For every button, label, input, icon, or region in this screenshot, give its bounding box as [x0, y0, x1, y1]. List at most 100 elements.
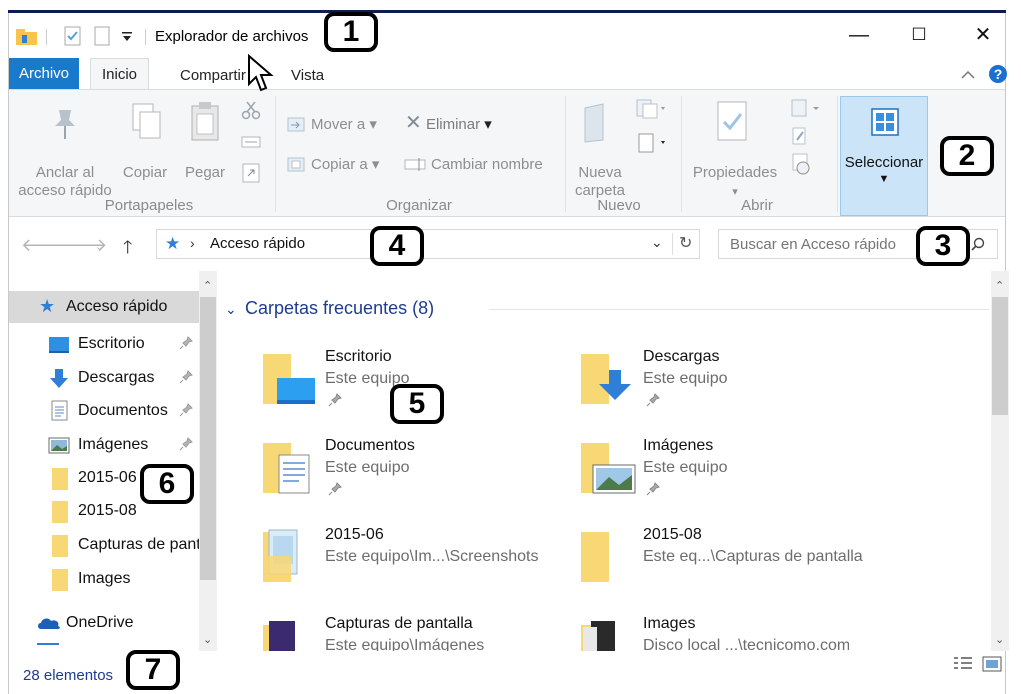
new-item-icon[interactable]: [635, 98, 669, 120]
content-scrollbar[interactable]: ⌃ ⌄: [991, 271, 1009, 651]
collapse-ribbon-icon[interactable]: [961, 70, 975, 80]
copy-path-icon[interactable]: [241, 134, 261, 150]
pin-icon: [328, 393, 342, 411]
folder-icon: [52, 501, 68, 523]
delete-label: Eliminar: [425, 116, 481, 133]
help-icon[interactable]: ?: [988, 64, 1008, 84]
folder-name: Escritorio: [325, 348, 392, 365]
select-button[interactable]: Seleccionar ▼: [840, 96, 928, 216]
folder-location: Este equipo: [643, 370, 728, 387]
scroll-down-icon[interactable]: ⌄: [995, 633, 1004, 646]
folder-app-icon[interactable]: [15, 25, 39, 47]
customize-quick-access-icon[interactable]: [121, 31, 133, 53]
callout-1: 1: [324, 12, 378, 52]
desktop-folder-icon: [263, 354, 315, 404]
recent-locations-dropdown[interactable]: ⌄: [95, 240, 104, 253]
group-header-line: [489, 309, 989, 310]
ribbon-group-separator: [681, 96, 682, 212]
easy-access-icon[interactable]: [635, 132, 669, 154]
folder-tile-2015-08[interactable]: 2015-08 Este eq...\Capturas de pantalla: [539, 524, 863, 604]
close-button[interactable]: ✕: [971, 23, 995, 47]
address-history-chevron-icon[interactable]: ⌄: [651, 234, 663, 251]
tab-compartir[interactable]: Compartir: [170, 63, 256, 89]
folder-tile-documentos[interactable]: Documentos Este equipo: [221, 435, 531, 515]
nav-item-capturas[interactable]: Capturas de pantalla: [9, 529, 199, 561]
folder-tile-capturas[interactable]: Capturas de pantalla Este equipo\Imágene…: [221, 613, 531, 651]
nav-scrollbar[interactable]: ⌃ ⌄: [199, 271, 217, 651]
folder-location: Este equipo: [643, 459, 728, 476]
pin-label-line1: Anclar al: [35, 164, 95, 181]
tab-archivo[interactable]: Archivo: [9, 58, 80, 89]
nav-item-descargas[interactable]: Descargas: [9, 362, 199, 394]
onedrive-icon: [38, 618, 60, 629]
scroll-up-icon[interactable]: ⌃: [203, 279, 212, 292]
nav-item-documentos[interactable]: Documentos: [9, 395, 199, 427]
nav-label: Escritorio: [78, 335, 145, 352]
folder-name: 2015-06: [325, 526, 384, 543]
address-bar[interactable]: ★ › Acceso rápido ⌄ ↻: [156, 229, 700, 259]
open-small-icons[interactable]: [789, 96, 823, 184]
nav-item-imagenes[interactable]: Imágenes: [9, 429, 199, 461]
nav-label: Capturas de pantalla: [78, 536, 199, 553]
nav-item-acceso-rapido[interactable]: ★ Acceso rápido: [9, 291, 199, 323]
folder-tile-imagenes[interactable]: Imágenes Este equipo: [539, 435, 849, 515]
copy-button[interactable]: Copiar: [119, 164, 171, 182]
search-icon[interactable]: [971, 237, 985, 251]
folder-icon: [52, 535, 68, 557]
quick-access-icon: ★: [39, 296, 56, 316]
folder-icon: [52, 569, 68, 591]
scroll-down-icon[interactable]: ⌄: [203, 633, 212, 646]
folder-name: Capturas de pantalla: [325, 615, 473, 632]
nav-label: 2015-08: [78, 502, 137, 519]
folder-location: Este equipo\Imágenes: [325, 637, 485, 651]
copy-to-button[interactable]: Copiar a ▾: [311, 156, 379, 174]
content-scroll-thumb[interactable]: [992, 297, 1008, 415]
nav-label: Images: [78, 570, 131, 587]
large-icons-view-icon[interactable]: [982, 655, 1002, 673]
folder-location: Este equipo: [325, 459, 410, 476]
properties-button[interactable]: Propiedades ▾: [685, 164, 785, 201]
folder-tile-descargas[interactable]: Descargas Este equipo: [539, 346, 849, 426]
paste-button[interactable]: Pegar: [181, 164, 229, 182]
paste-shortcut-icon[interactable]: [241, 162, 261, 184]
folder-tile-escritorio[interactable]: Escritorio Este equipo: [221, 346, 531, 426]
pin-icon: [179, 336, 193, 354]
pin-quick-access-button[interactable]: Anclar al acceso rápido: [13, 164, 117, 200]
cut-icon[interactable]: [241, 100, 261, 120]
scroll-up-icon[interactable]: ⌃: [995, 279, 1004, 292]
refresh-icon[interactable]: ↻: [679, 233, 692, 253]
pictures-icon: [48, 437, 70, 454]
new-folder-button[interactable]: Nueva carpeta: [567, 164, 633, 200]
delete-button[interactable]: ✕ Eliminar ▾: [405, 113, 492, 134]
folder-tile-2015-06[interactable]: 2015-06 Este equipo\Im...\Screenshots: [221, 524, 538, 604]
select-grid-icon: [871, 108, 899, 136]
folder-name: Documentos: [325, 437, 415, 454]
properties-quick-icon[interactable]: [63, 25, 83, 47]
group-collapse-chevron-icon[interactable]: ⌄: [225, 301, 237, 318]
pin-icon: [55, 110, 75, 139]
nav-item-onedrive[interactable]: OneDrive: [9, 607, 199, 639]
nav-scroll-thumb[interactable]: [200, 297, 216, 580]
svg-text:?: ?: [994, 66, 1003, 82]
group-label-nuevo: Nuevo: [597, 197, 641, 214]
address-path[interactable]: Acceso rápido: [210, 235, 305, 252]
tab-inicio[interactable]: Inicio: [90, 58, 150, 90]
details-view-icon[interactable]: [952, 655, 974, 673]
title-bar[interactable]: Explorador de archivos — ☐ ✕: [9, 13, 1005, 57]
folder-tile-images[interactable]: Images Disco local ...\tecnicomo.com: [539, 613, 849, 651]
group-header[interactable]: Carpetas frecuentes (8): [245, 298, 434, 319]
rename-button[interactable]: Cambiar nombre: [431, 156, 543, 174]
tab-vista[interactable]: Vista: [281, 63, 334, 89]
maximize-button[interactable]: ☐: [907, 23, 931, 47]
move-to-button[interactable]: Mover a ▾: [311, 116, 377, 134]
minimize-button[interactable]: —: [847, 23, 871, 47]
new-folder-quick-icon[interactable]: [93, 25, 111, 47]
select-dropdown-icon: ▼: [878, 173, 890, 185]
nav-item-escritorio[interactable]: Escritorio: [9, 328, 199, 360]
folder-icon: [52, 468, 68, 490]
up-button[interactable]: 🡑: [123, 235, 132, 265]
breadcrumb-chevron-icon[interactable]: ›: [190, 235, 195, 251]
nav-item-images[interactable]: Images: [9, 563, 199, 595]
folder-name: Images: [643, 615, 696, 632]
title-separator: [145, 29, 146, 45]
